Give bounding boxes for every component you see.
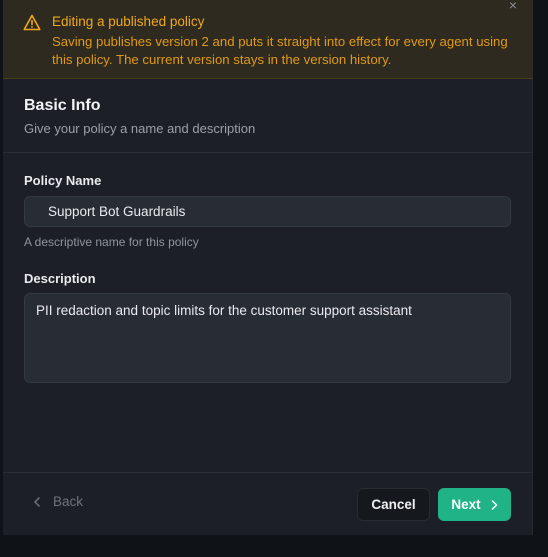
chevron-right-icon [491,499,497,510]
section-subtitle: Give your policy a name and description [24,121,256,136]
policy-name-input[interactable]: Support Bot Guardrails [24,196,511,227]
wizard-footer: Back Cancel Next [3,472,533,535]
description-textarea[interactable]: PII redaction and topic limits for the c… [24,293,511,383]
section-title: Basic Info [24,97,101,114]
policy-name-label: Policy Name [24,173,102,188]
section-header: Basic Info Give your policy a name and d… [3,79,533,153]
cancel-button[interactable]: Cancel [357,488,430,521]
warning-banner: Editing a published policy Saving publis… [3,0,533,79]
banner-message: Saving publishes version 2 and puts it s… [52,34,508,67]
banner-title: Editing a published policy [52,14,205,29]
chevron-left-icon [34,496,40,507]
back-button[interactable]: Back [33,494,83,509]
close-icon[interactable]: × [506,0,520,12]
next-button-label: Next [451,497,481,512]
description-label: Description [24,271,96,286]
policy-name-hint: A descriptive name for this policy [24,235,199,249]
policy-editor-panel: × Editing a published policy Saving publ… [3,0,533,535]
back-button-label: Back [53,494,84,509]
warning-triangle-icon [23,14,41,31]
next-button[interactable]: Next [438,488,511,521]
cancel-button-label: Cancel [371,497,416,512]
